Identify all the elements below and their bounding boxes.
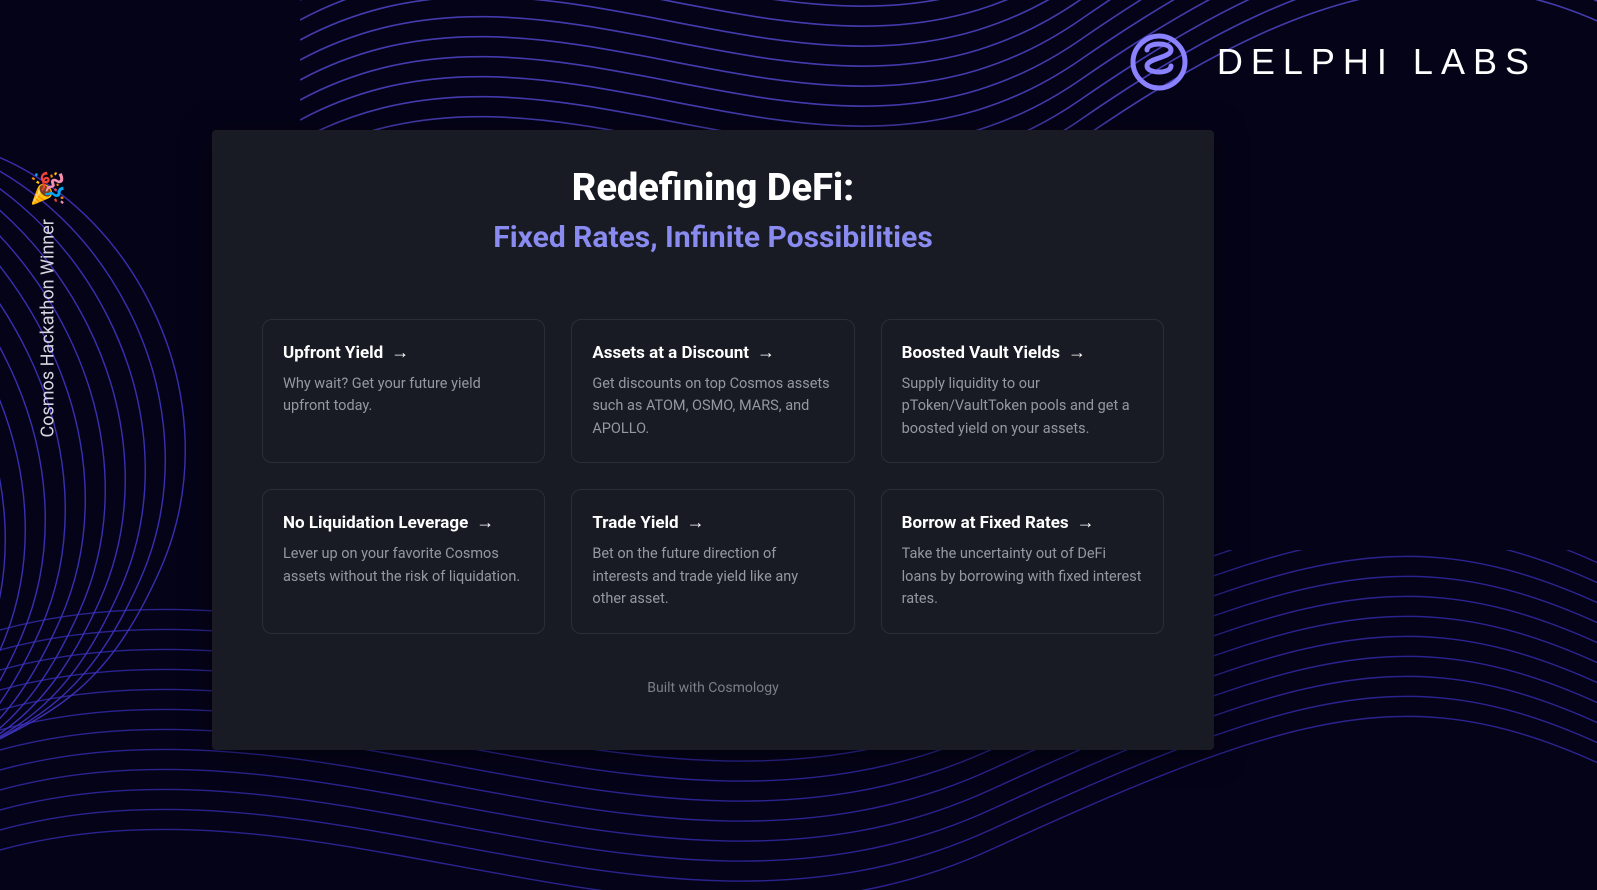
brand-header: DELPHI LABS: [1127, 30, 1537, 94]
hackathon-badge-text: Cosmos Hackathon Winner: [38, 219, 59, 437]
arrow-right-icon: →: [687, 512, 705, 533]
arrow-right-icon: →: [476, 512, 494, 533]
feature-title: Boosted Vault Yields: [902, 343, 1060, 363]
feature-description: Bet on the future direction of interests…: [592, 543, 833, 610]
feature-title: Assets at a Discount: [592, 343, 749, 363]
feature-description: Why wait? Get your future yield upfront …: [283, 373, 524, 418]
arrow-right-icon: →: [1077, 512, 1095, 533]
brand-logo-icon: [1127, 30, 1191, 94]
feature-card-borrow-fixed[interactable]: Borrow at Fixed Rates → Take the uncerta…: [881, 489, 1164, 633]
feature-title: Borrow at Fixed Rates: [902, 513, 1069, 533]
feature-card-boosted-yields[interactable]: Boosted Vault Yields → Supply liquidity …: [881, 319, 1164, 463]
feature-card-assets-discount[interactable]: Assets at a Discount → Get discounts on …: [571, 319, 854, 463]
feature-card-no-liquidation[interactable]: No Liquidation Leverage → Lever up on yo…: [262, 489, 545, 633]
arrow-right-icon: →: [1068, 342, 1086, 363]
feature-title: Trade Yield: [592, 513, 678, 533]
feature-description: Get discounts on top Cosmos assets such …: [592, 373, 833, 440]
feature-description: Supply liquidity to our pToken/VaultToke…: [902, 373, 1143, 440]
feature-title: Upfront Yield: [283, 343, 383, 363]
brand-wordmark: DELPHI LABS: [1217, 41, 1537, 83]
feature-title: No Liquidation Leverage: [283, 513, 468, 533]
arrow-right-icon: →: [391, 342, 409, 363]
feature-description: Lever up on your favorite Cosmos assets …: [283, 543, 524, 588]
feature-card-upfront-yield[interactable]: Upfront Yield → Why wait? Get your futur…: [262, 319, 545, 463]
hackathon-winner-badge: Cosmos Hackathon Winner 🎉: [31, 170, 66, 438]
feature-description: Take the uncertainty out of DeFi loans b…: [902, 543, 1143, 610]
page-title: Redefining DeFi:: [262, 166, 1164, 210]
arrow-right-icon: →: [757, 342, 775, 363]
feature-card-grid: Upfront Yield → Why wait? Get your futur…: [262, 319, 1164, 634]
panel-footer-text: Built with Cosmology: [262, 680, 1164, 696]
party-popper-icon: 🎉: [29, 171, 66, 206]
main-panel: Redefining DeFi: Fixed Rates, Infinite P…: [212, 130, 1214, 750]
feature-card-trade-yield[interactable]: Trade Yield → Bet on the future directio…: [571, 489, 854, 633]
page-subtitle: Fixed Rates, Infinite Possibilities: [262, 220, 1164, 255]
